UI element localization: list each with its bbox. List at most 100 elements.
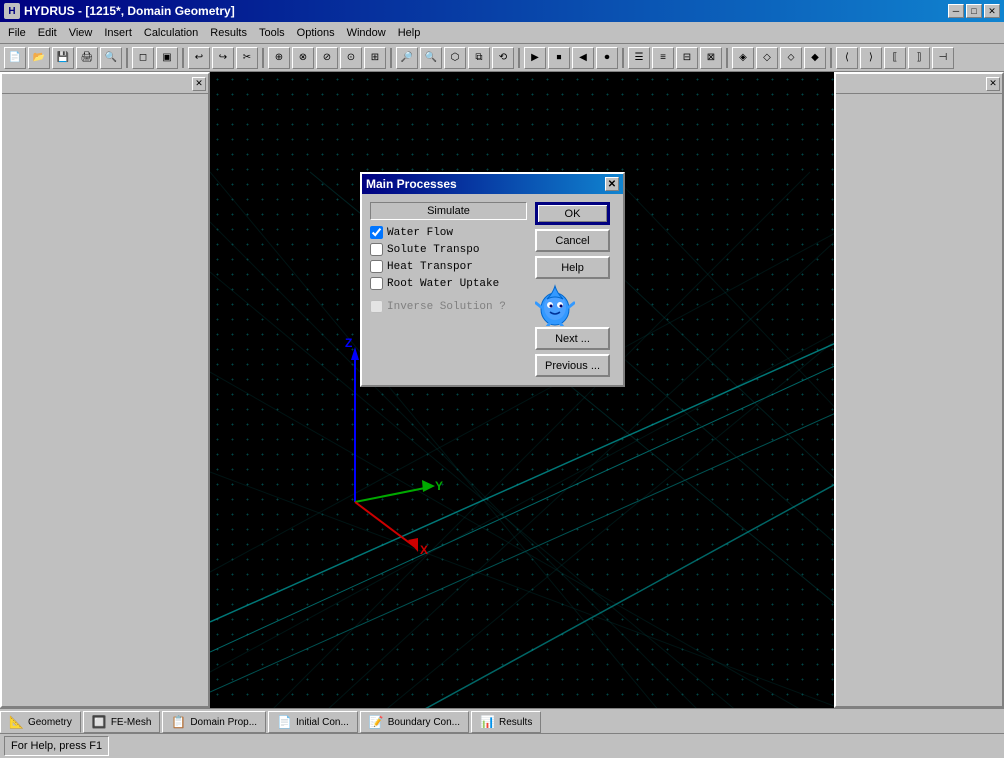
left-panel-titlebar: ✕	[2, 74, 208, 94]
toolbar-b16[interactable]: ☰	[628, 47, 650, 69]
menu-file[interactable]: File	[2, 25, 32, 41]
toolbar-b4[interactable]: ⊕	[268, 47, 290, 69]
toolbar-zoom-out[interactable]: 🔍	[420, 47, 442, 69]
menu-options[interactable]: Options	[291, 25, 341, 41]
menu-results[interactable]: Results	[204, 25, 253, 41]
toolbar-b14[interactable]: ◀	[572, 47, 594, 69]
previous-button[interactable]: Previous ...	[535, 354, 610, 377]
geometry-tab-icon: 📐	[9, 715, 24, 729]
toolbar-b10[interactable]: ⧉	[468, 47, 490, 69]
tab-fe-mesh-label: FE-Mesh	[111, 717, 152, 728]
toolbar-open[interactable]: 📂	[28, 47, 50, 69]
minimize-button[interactable]: ─	[948, 4, 964, 18]
inverse-solution-checkbox[interactable]	[370, 300, 383, 313]
tab-domain-prop[interactable]: 📋 Domain Prop...	[162, 711, 266, 733]
toolbar-preview[interactable]: 🔍	[100, 47, 122, 69]
tab-fe-mesh[interactable]: 🔲 FE-Mesh	[83, 711, 161, 733]
toolbar-b11[interactable]: ⟲	[492, 47, 514, 69]
menu-calculation[interactable]: Calculation	[138, 25, 204, 41]
toolbar-b3[interactable]: ✂	[236, 47, 258, 69]
dialog-title-bar: Main Processes ✕	[362, 174, 623, 194]
heat-transport-item: Heat Transpor	[370, 258, 527, 275]
toolbar-b2[interactable]: ▣	[156, 47, 178, 69]
toolbar-b21[interactable]: ◇	[756, 47, 778, 69]
right-panel-close[interactable]: ✕	[986, 77, 1000, 91]
maximize-button[interactable]: □	[966, 4, 982, 18]
svg-text:Z: Z	[345, 336, 352, 350]
help-button[interactable]: Help	[535, 256, 610, 279]
toolbar-sep-8	[830, 48, 832, 68]
toolbar-sep-1	[126, 48, 128, 68]
close-button[interactable]: ✕	[984, 4, 1000, 18]
solute-transport-checkbox[interactable]	[370, 243, 383, 256]
toolbar-b17[interactable]: ≡	[652, 47, 674, 69]
ok-button[interactable]: OK	[535, 202, 610, 225]
simulate-label: Simulate	[370, 202, 527, 220]
toolbar-b22[interactable]: ⬦	[780, 47, 802, 69]
tab-geometry-label: Geometry	[28, 717, 72, 728]
toolbar-b12[interactable]: ▶	[524, 47, 546, 69]
tab-boundary-con[interactable]: 📝 Boundary Con...	[360, 711, 469, 733]
toolbar-b25[interactable]: ⟩	[860, 47, 882, 69]
results-tab-icon: 📊	[480, 715, 495, 729]
app-title: HYDRUS - [1215*, Domain Geometry]	[24, 4, 944, 18]
toolbar-b7[interactable]: ⊙	[340, 47, 362, 69]
toolbar-b26[interactable]: ⟦	[884, 47, 906, 69]
toolbar-b20[interactable]: ◈	[732, 47, 754, 69]
viewport: Z Y X Main Processes ✕ Simulate	[210, 72, 834, 708]
root-water-uptake-label: Root Water Uptake	[387, 278, 499, 290]
water-flow-label: Water Flow	[387, 227, 453, 239]
toolbar-b8[interactable]: ⊞	[364, 47, 386, 69]
toolbar-b28[interactable]: ⊣	[932, 47, 954, 69]
toolbar-b24[interactable]: ⟨	[836, 47, 858, 69]
water-flow-checkbox[interactable]	[370, 226, 383, 239]
toolbar-b18[interactable]: ⊟	[676, 47, 698, 69]
toolbar-sep-3	[262, 48, 264, 68]
tab-domain-prop-label: Domain Prop...	[190, 717, 257, 728]
tab-initial-con[interactable]: 📄 Initial Con...	[268, 711, 358, 733]
root-water-uptake-item: Root Water Uptake	[370, 275, 527, 292]
toolbar-b5[interactable]: ⊗	[292, 47, 314, 69]
toolbar-b15[interactable]: ⏺	[596, 47, 618, 69]
toolbar-undo[interactable]: ↩	[188, 47, 210, 69]
menu-insert[interactable]: Insert	[98, 25, 138, 41]
cancel-button[interactable]: Cancel	[535, 229, 610, 252]
tab-geometry[interactable]: 📐 Geometry	[0, 711, 81, 733]
toolbar-b6[interactable]: ⊘	[316, 47, 338, 69]
tab-results[interactable]: 📊 Results	[471, 711, 541, 733]
heat-transport-checkbox[interactable]	[370, 260, 383, 273]
grid-canvas: Z Y X	[210, 72, 834, 708]
mascot	[535, 283, 575, 323]
toolbar-b1[interactable]: ◻	[132, 47, 154, 69]
menu-view[interactable]: View	[63, 25, 99, 41]
left-panel-close[interactable]: ✕	[192, 77, 206, 91]
toolbar-b13[interactable]: ⏹	[548, 47, 570, 69]
fe-mesh-tab-icon: 🔲	[92, 715, 107, 729]
toolbar-redo[interactable]: ↪	[212, 47, 234, 69]
root-water-uptake-checkbox[interactable]	[370, 277, 383, 290]
inverse-solution-label: Inverse Solution ?	[387, 301, 506, 313]
toolbar-print[interactable]: 🖨	[76, 47, 98, 69]
right-panel-titlebar: ✕	[836, 74, 1002, 94]
right-panel: ✕	[834, 72, 1004, 708]
toolbar-sep-4	[390, 48, 392, 68]
status-message: For Help, press F1	[4, 736, 109, 756]
initial-con-tab-icon: 📄	[277, 715, 292, 729]
toolbar-new[interactable]: 📄	[4, 47, 26, 69]
menu-window[interactable]: Window	[341, 25, 392, 41]
toolbar-zoom-in[interactable]: 🔎	[396, 47, 418, 69]
next-button[interactable]: Next ...	[535, 327, 610, 350]
menu-tools[interactable]: Tools	[253, 25, 291, 41]
toolbar-b19[interactable]: ⊠	[700, 47, 722, 69]
toolbar-b23[interactable]: ◆	[804, 47, 826, 69]
toolbar-save[interactable]: 💾	[52, 47, 74, 69]
toolbar-b27[interactable]: ⟧	[908, 47, 930, 69]
boundary-con-tab-icon: 📝	[369, 715, 384, 729]
menu-help[interactable]: Help	[392, 25, 427, 41]
dialog-title-text: Main Processes	[366, 177, 457, 191]
dialog-close-button[interactable]: ✕	[605, 177, 619, 191]
menu-edit[interactable]: Edit	[32, 25, 63, 41]
toolbar-b9[interactable]: ⬡	[444, 47, 466, 69]
water-flow-item: Water Flow	[370, 224, 527, 241]
toolbar: 📄 📂 💾 🖨 🔍 ◻ ▣ ↩ ↪ ✂ ⊕ ⊗ ⊘ ⊙ ⊞ 🔎 🔍 ⬡ ⧉ ⟲ …	[0, 44, 1004, 72]
